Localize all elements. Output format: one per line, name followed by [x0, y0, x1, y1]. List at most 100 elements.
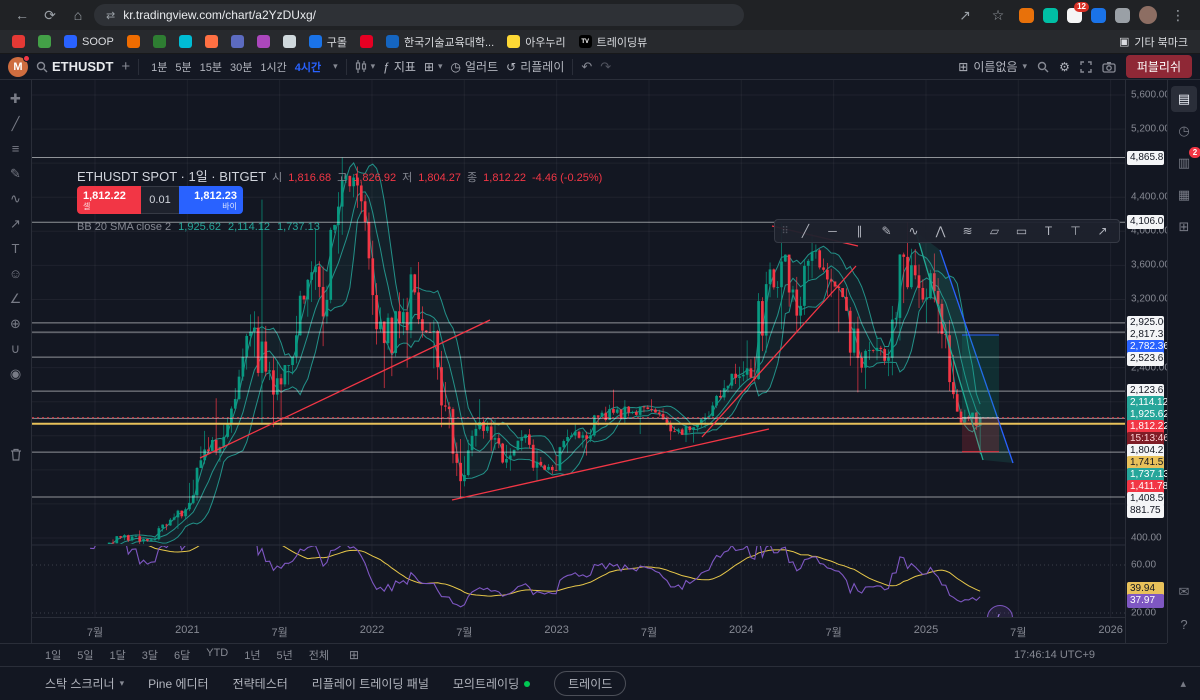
extension-icon-4[interactable]: [1091, 8, 1106, 23]
time-label[interactable]: 2024: [729, 624, 753, 636]
settings-gear-icon[interactable]: ⚙: [1059, 60, 1070, 74]
tab-모의트레이딩[interactable]: 모의트레이딩: [453, 675, 530, 692]
bookmark-item[interactable]: 한국기술교육대학...: [386, 34, 494, 50]
browser-menu-icon[interactable]: ⋮: [1166, 4, 1190, 26]
time-label[interactable]: 7월: [641, 624, 657, 640]
hotlists-icon[interactable]: ▦: [1171, 182, 1197, 208]
drag-handle[interactable]: ⠿: [778, 226, 792, 237]
time-label[interactable]: 7월: [272, 624, 288, 640]
panel-expand-icon[interactable]: ▴: [1180, 677, 1186, 690]
range-전체[interactable]: 전체: [309, 647, 329, 663]
bookmark-item[interactable]: [231, 35, 244, 48]
tab-전략테스터[interactable]: 전략테스터: [233, 675, 288, 692]
share-icon[interactable]: ↗: [953, 4, 977, 26]
home-icon[interactable]: ⌂: [66, 4, 90, 26]
range-3달[interactable]: 3달: [142, 647, 158, 663]
range-1일[interactable]: 1일: [45, 647, 61, 663]
bookmark-item[interactable]: [38, 35, 51, 48]
time-label[interactable]: 2021: [175, 624, 199, 636]
bookmark-item[interactable]: SOOP: [64, 35, 114, 48]
floating-drawing-toolbar[interactable]: ⠿╱─∥✎∿⋀≋▱▭T⊤↗: [774, 219, 1120, 243]
tab-Pine 에디터[interactable]: Pine 에디터: [148, 675, 208, 692]
time-label[interactable]: 2023: [544, 624, 568, 636]
bookmark-item[interactable]: [153, 35, 166, 48]
bookmark-item[interactable]: 구몰: [309, 34, 347, 50]
horizontal-line-icon[interactable]: ─: [819, 224, 846, 238]
fib-retracement-tool[interactable]: ≡: [3, 136, 29, 161]
tab-트레이드[interactable]: 트레이드: [554, 671, 626, 696]
price-chart[interactable]: [32, 80, 1125, 617]
bookmark-item[interactable]: TV트레이딩뷰: [579, 34, 648, 50]
timeframe-5분[interactable]: 5분: [171, 59, 195, 75]
profile-avatar[interactable]: [1139, 6, 1157, 24]
anchored-text-icon[interactable]: ⊤: [1062, 224, 1089, 238]
back-icon[interactable]: ←: [10, 4, 34, 26]
range-5년[interactable]: 5년: [277, 647, 293, 663]
clock-utc[interactable]: 17:46:14 UTC+9: [1014, 649, 1095, 661]
watchlist-icon[interactable]: ▤: [1171, 86, 1197, 112]
pattern-tool[interactable]: ∿: [3, 186, 29, 211]
lock-all-tool[interactable]: ◉: [3, 361, 29, 386]
forecast-tool[interactable]: ↗: [3, 211, 29, 236]
crosshair-tool[interactable]: ✚: [3, 86, 29, 111]
indicators-button[interactable]: ƒ 지표: [383, 58, 416, 75]
buy-button[interactable]: 1,812.23 바이: [179, 186, 243, 214]
publish-button[interactable]: 퍼블리쉬: [1126, 55, 1192, 78]
range-6달[interactable]: 6달: [174, 647, 190, 663]
tab-리플레이 트레이딩 패널[interactable]: 리플레이 트레이딩 패널: [312, 675, 429, 692]
emoji-tool[interactable]: ☺: [3, 261, 29, 286]
rectangle-icon[interactable]: ▭: [1008, 224, 1035, 238]
range-YTD[interactable]: YTD: [206, 647, 228, 663]
time-label[interactable]: 2025: [914, 624, 938, 636]
alert-button[interactable]: ◷ 얼러트: [451, 58, 499, 75]
extension-icon-2[interactable]: [1043, 8, 1058, 23]
symbol-search-button[interactable]: ETHUSDT: [36, 59, 113, 74]
templates-button[interactable]: ⊞▾: [424, 60, 443, 74]
range-1달[interactable]: 1달: [110, 647, 126, 663]
timeframe-4시간[interactable]: 4시간: [291, 59, 325, 75]
replay-button[interactable]: ↺ 리플레이: [506, 58, 564, 75]
symbol-legend[interactable]: ETHUSDT SPOT · 1일 · BITGET 시1,816.68 고1,…: [77, 166, 602, 185]
xabcd-pattern-icon[interactable]: ⋀: [927, 224, 954, 238]
price-axis[interactable]: 5,600.005,200.004,400.004,000.003,600.00…: [1125, 80, 1167, 643]
text-tool[interactable]: T: [3, 236, 29, 261]
trend-line-icon[interactable]: ╱: [792, 224, 819, 238]
bb-legend[interactable]: BB 20 SMA close 2 1,925.62 2,114.12 1,73…: [77, 221, 320, 233]
arrow-marker-icon[interactable]: ↗: [1089, 224, 1116, 238]
bookmark-item[interactable]: [205, 35, 218, 48]
timeframe-15분[interactable]: 15분: [196, 59, 226, 75]
calendar-icon[interactable]: ⊞: [1171, 214, 1197, 240]
site-settings-icon[interactable]: ⇄: [106, 9, 115, 22]
trend-line-tool[interactable]: ╱: [3, 111, 29, 136]
parallel-channel-icon[interactable]: ∥: [846, 224, 873, 238]
bookmark-item[interactable]: [179, 35, 192, 48]
timeframe-1시간[interactable]: 1시간: [256, 59, 290, 75]
measure-tool[interactable]: ∠: [3, 286, 29, 311]
time-label[interactable]: 7월: [87, 624, 103, 640]
other-bookmarks[interactable]: ▣ 기타 북마크: [1119, 34, 1188, 50]
brush-tool[interactable]: ✎: [3, 161, 29, 186]
extension-icon-3[interactable]: 12: [1067, 8, 1082, 23]
user-avatar[interactable]: M: [8, 57, 28, 77]
timeframe-30분[interactable]: 30분: [226, 59, 256, 75]
flat-channel-icon[interactable]: ▱: [981, 224, 1008, 238]
bookmark-star-icon[interactable]: ☆: [986, 4, 1010, 26]
time-label[interactable]: 7월: [826, 624, 842, 640]
text-icon[interactable]: T: [1035, 224, 1062, 238]
alerts-panel-icon[interactable]: ◷: [1171, 118, 1197, 144]
range-5일[interactable]: 5일: [77, 647, 93, 663]
help-icon[interactable]: ?: [1171, 611, 1197, 637]
bookmark-item[interactable]: [12, 35, 25, 48]
quick-search-icon[interactable]: [1037, 61, 1049, 73]
time-axis[interactable]: 7월20217월20227월20237월20247월20257월2026: [32, 617, 1125, 643]
address-bar[interactable]: ⇄ kr.tradingview.com/chart/a2YzDUxg/: [94, 4, 744, 26]
extension-icon-1[interactable]: [1019, 8, 1034, 23]
quantity-field[interactable]: 0.01: [141, 186, 179, 214]
extension-icon-5[interactable]: [1115, 8, 1130, 23]
zigzag-icon[interactable]: ∿: [900, 224, 927, 238]
time-label[interactable]: 2022: [360, 624, 384, 636]
sell-button[interactable]: 1,812.22 셀: [77, 186, 141, 214]
snapshot-camera-icon[interactable]: [1102, 61, 1116, 73]
news-icon[interactable]: ▥2: [1171, 150, 1197, 176]
tab-스탁 스크리너[interactable]: 스탁 스크리너▾: [45, 675, 124, 692]
